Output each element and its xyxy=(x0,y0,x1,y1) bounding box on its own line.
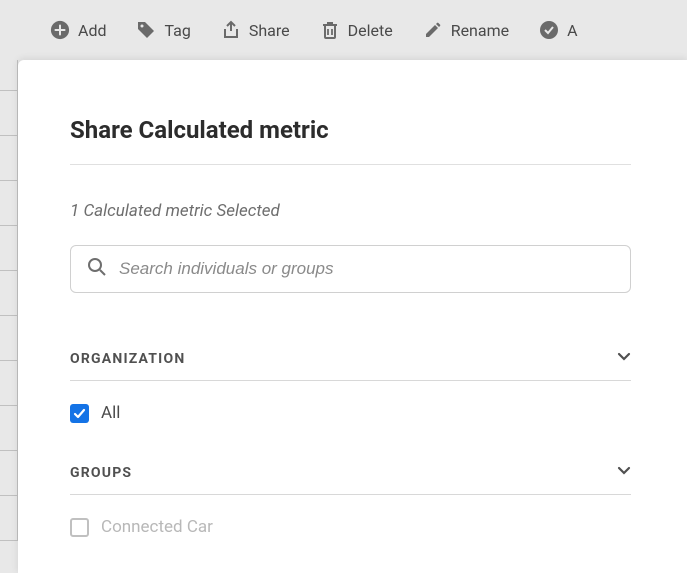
tag-label: Tag xyxy=(164,21,190,40)
plus-circle-icon xyxy=(50,20,70,40)
tag-button[interactable]: Tag xyxy=(136,20,190,40)
delete-button[interactable]: Delete xyxy=(320,20,393,40)
chevron-down-icon xyxy=(617,463,631,482)
groups-title: GROUPS xyxy=(70,465,132,481)
modal-title: Share Calculated metric xyxy=(70,116,631,144)
share-modal: Share Calculated metric 1 Calculated met… xyxy=(18,60,687,573)
organization-title: ORGANIZATION xyxy=(70,351,185,367)
check-circle-icon xyxy=(539,20,559,40)
selection-summary: 1 Calculated metric Selected xyxy=(70,201,631,221)
option-connected-car[interactable]: Connected Car xyxy=(70,517,631,537)
option-all-label: All xyxy=(101,403,120,423)
organization-header[interactable]: ORGANIZATION xyxy=(70,349,631,381)
share-button[interactable]: Share xyxy=(221,20,290,40)
search-input[interactable] xyxy=(119,259,614,279)
search-field[interactable] xyxy=(70,245,631,293)
tag-icon xyxy=(136,20,156,40)
rename-label: Rename xyxy=(451,21,509,40)
top-toolbar: Add Tag Share Delete Rename A xyxy=(0,0,687,60)
checkbox-connected-car[interactable] xyxy=(70,518,89,537)
organization-section: ORGANIZATION All xyxy=(70,349,631,423)
option-all[interactable]: All xyxy=(70,403,631,423)
add-label: Add xyxy=(78,21,106,40)
chevron-down-icon xyxy=(617,349,631,368)
checkbox-all[interactable] xyxy=(70,404,89,423)
option-connected-car-label: Connected Car xyxy=(101,517,213,537)
groups-header[interactable]: GROUPS xyxy=(70,463,631,495)
approve-label: A xyxy=(567,21,577,40)
approve-button[interactable]: A xyxy=(539,20,577,40)
pencil-icon xyxy=(423,20,443,40)
rename-button[interactable]: Rename xyxy=(423,20,509,40)
table-left-edge: 5 xyxy=(0,0,18,573)
share-icon xyxy=(221,20,241,40)
title-divider xyxy=(70,164,631,165)
search-icon xyxy=(87,257,107,281)
share-label: Share xyxy=(249,21,290,40)
trash-icon xyxy=(320,20,340,40)
add-button[interactable]: Add xyxy=(50,20,106,40)
groups-section: GROUPS Connected Car xyxy=(70,463,631,537)
delete-label: Delete xyxy=(348,21,393,40)
